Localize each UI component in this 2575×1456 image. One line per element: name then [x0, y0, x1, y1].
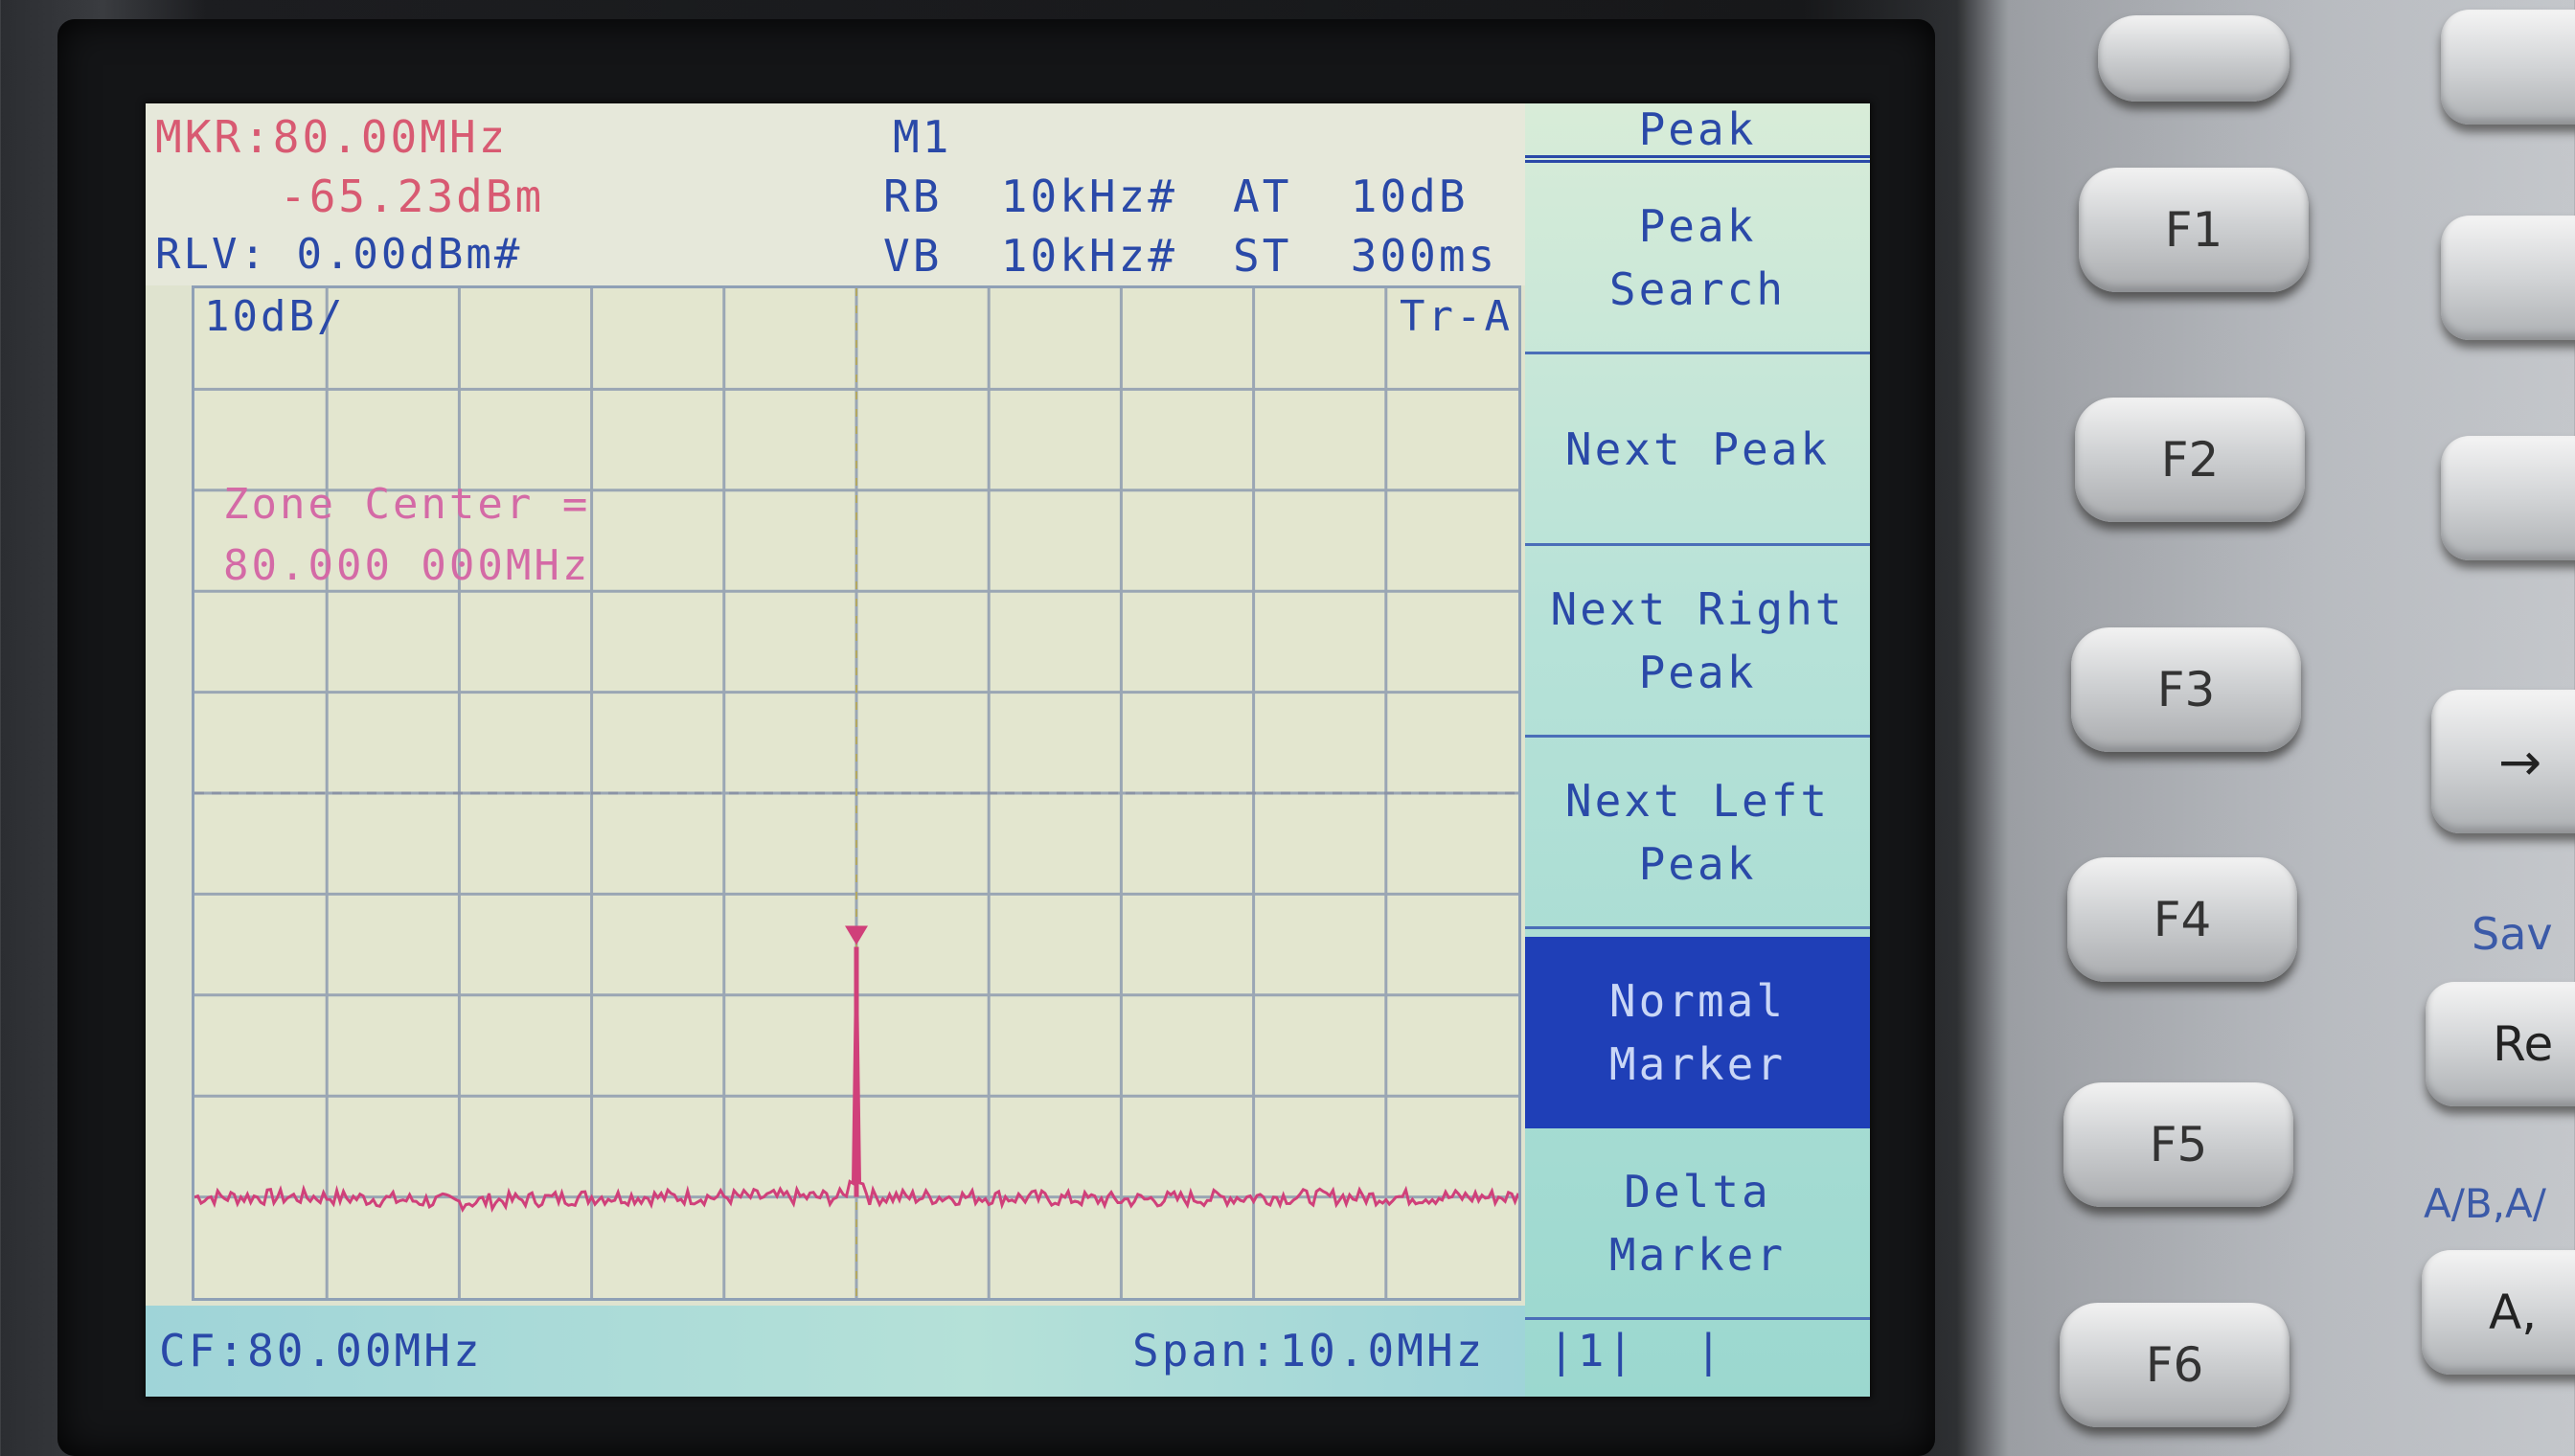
header-bar: MKR:80.00MHz -65.23dBm RLV: 0.00dBm# M1 …: [146, 103, 1525, 285]
ab-label: A/B,A/: [2424, 1180, 2546, 1227]
softkey-label: Next Peak: [1564, 422, 1831, 475]
softkey-label: Next Left: [1564, 774, 1831, 827]
softkey-label: Peak: [1638, 837, 1757, 890]
softkey-label: Normal: [1608, 975, 1787, 1027]
spectrum-display: 10dB/ Tr-A Zone Center = 80.000 000MHz: [192, 285, 1521, 1301]
vbw-readout: VB 10kHz#: [883, 230, 1177, 282]
softkey-next-left-peak[interactable]: Next Left Peak: [1525, 738, 1870, 929]
marker-frequency: MKR:80.00MHz: [155, 111, 509, 163]
f6-key[interactable]: F6: [2060, 1303, 2290, 1427]
rbw-readout: RB 10kHz#: [883, 171, 1177, 222]
softkey-delta-marker[interactable]: Delta Marker: [1525, 1128, 1870, 1320]
trace-label: Tr-A: [1400, 292, 1513, 341]
reference-level: RLV: 0.00dBm#: [155, 230, 523, 279]
right-key-3[interactable]: [2441, 436, 2575, 560]
softkey-peak-search[interactable]: Peak Search: [1525, 163, 1870, 354]
softkey-label: Delta: [1624, 1165, 1771, 1217]
zone-center-label: Zone Center =: [223, 480, 591, 529]
softkey-next-peak[interactable]: Next Peak: [1525, 354, 1870, 546]
softkey-label: Peak: [1638, 646, 1757, 698]
unlabeled-top-key[interactable]: [2098, 15, 2290, 102]
softkey-label: Marker: [1608, 1038, 1787, 1090]
f3-key[interactable]: F3: [2071, 627, 2301, 752]
analyzer-screen: MKR:80.00MHz -65.23dBm RLV: 0.00dBm# M1 …: [146, 103, 1870, 1397]
zone-center-value: 80.000 000MHz: [223, 541, 591, 590]
sweep-time-readout: ST 300ms: [1233, 230, 1498, 282]
f1-key[interactable]: F1: [2079, 168, 2309, 292]
menu-title-label: Peak: [1638, 103, 1757, 155]
softkey-label: Next Right: [1550, 582, 1845, 635]
arrow-icon: →: [2498, 731, 2542, 792]
status-footer: CF:80.00MHz Span:10.0MHz: [146, 1306, 1525, 1397]
softkey-next-right-peak[interactable]: Next Right Peak: [1525, 546, 1870, 738]
scale-label: 10dB/: [204, 292, 346, 341]
right-key-1[interactable]: [2441, 10, 2575, 125]
softkey-label: Search: [1608, 262, 1787, 315]
ab-key[interactable]: A,: [2422, 1250, 2575, 1375]
marker-level: -65.23dBm: [280, 171, 545, 222]
arrow-key[interactable]: →: [2431, 690, 2575, 833]
softkey-panel: Peak Peak Search Next Peak Next Right Pe…: [1525, 103, 1870, 1397]
softkey-normal-marker[interactable]: Normal Marker: [1525, 937, 1870, 1128]
page-indicator: |1| |: [1548, 1325, 1725, 1376]
softkey-label: Marker: [1608, 1228, 1787, 1281]
attenuation-readout: AT 10dB: [1233, 171, 1469, 222]
center-frequency: CF:80.00MHz: [159, 1325, 483, 1376]
recall-key[interactable]: Re: [2426, 982, 2575, 1106]
right-key-2[interactable]: [2441, 216, 2575, 340]
f4-key[interactable]: F4: [2067, 857, 2297, 982]
marker-m1-icon: [845, 925, 868, 945]
span-readout: Span:10.0MHz: [1132, 1325, 1486, 1376]
f5-key[interactable]: F5: [2063, 1082, 2293, 1207]
f2-key[interactable]: F2: [2075, 398, 2305, 522]
marker-id: M1: [893, 111, 952, 163]
save-label: Sav: [2472, 908, 2553, 960]
softkey-label: Peak: [1638, 199, 1757, 252]
spectrum-plot: [194, 288, 1518, 1298]
softkey-menu-title: Peak: [1525, 103, 1870, 163]
